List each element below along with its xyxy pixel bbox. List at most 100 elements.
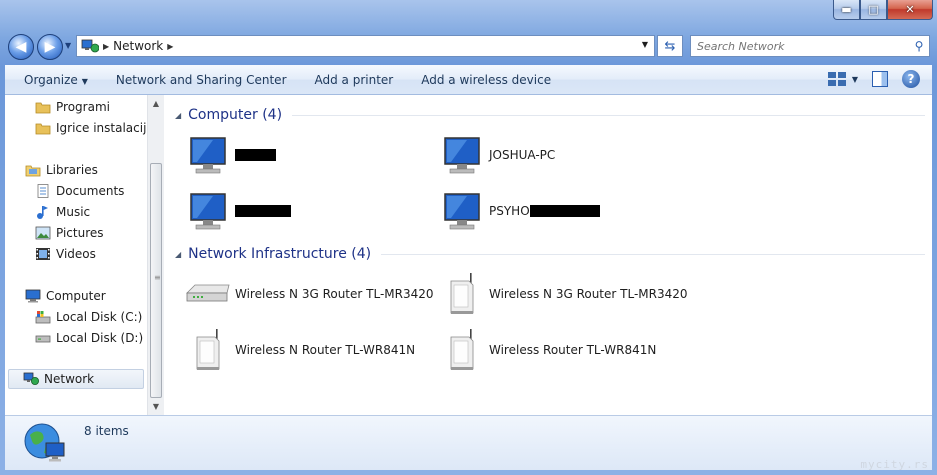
device-name-label: Wireless N 3G Router TL-MR3420: [235, 287, 434, 301]
nav-item-network[interactable]: Network: [8, 369, 144, 389]
command-bar: Organize ▼ Network and Sharing Center Add…: [5, 65, 932, 95]
router-tower-icon: [450, 329, 474, 370]
computer-name-label: PSYHO: [489, 204, 530, 218]
minimize-button[interactable]: ▬: [833, 0, 860, 20]
device-name-label: Wireless Router TL-WR841N: [489, 343, 657, 357]
collapse-chevron-icon[interactable]: ◢: [175, 111, 181, 120]
scroll-up-icon[interactable]: ▲: [148, 95, 164, 112]
views-icon: [827, 72, 846, 86]
network-icon: [81, 39, 99, 53]
pictures-icon: [35, 226, 51, 240]
computer-icon: [25, 289, 41, 303]
redacted-name: [235, 149, 276, 161]
device-name-label: Wireless N 3G Router TL-MR3420: [489, 287, 688, 301]
search-icon[interactable]: ⚲: [909, 39, 929, 53]
router-item-mr3420-1[interactable]: Wireless N 3G Router TL-MR3420: [183, 271, 434, 317]
content-pane: ◢ Computer (4) JOSHUA-PC PSYHO ◢ Network…: [165, 95, 932, 415]
router-item-wr841n[interactable]: Wireless N Router TL-WR841N: [183, 327, 433, 373]
help-icon[interactable]: ?: [902, 70, 920, 88]
change-view-button[interactable]: ▼: [827, 72, 858, 86]
command-bar-right: ▼ ?: [827, 70, 920, 88]
router-tower-icon: [196, 329, 220, 370]
computer-icon: [190, 137, 226, 174]
back-button[interactable]: ◀: [8, 34, 34, 60]
recent-pages-dropdown[interactable]: ▼: [65, 41, 71, 50]
watermark: mycity.rs: [860, 458, 929, 471]
nav-item-pictures[interactable]: Pictures: [35, 223, 104, 243]
caption-buttons: ▬ □ ✕: [833, 0, 933, 20]
scrollbar-thumb[interactable]: ≡: [150, 163, 162, 398]
computer-icon: [444, 137, 480, 174]
grip-icon: ≡: [154, 273, 161, 282]
nav-item-local-disk-d[interactable]: Local Disk (D:): [35, 328, 143, 348]
refresh-button[interactable]: ⇆: [657, 35, 683, 57]
breadcrumb-network[interactable]: Network: [113, 39, 163, 53]
explorer-window: ▬ □ ✕ ◀ ▶ ▼ ▶ Network ▶ ▼ ⇆ ⚲ Organize▼ …: [0, 0, 937, 475]
folder-icon: [35, 123, 51, 135]
nav-item-computer[interactable]: Computer: [25, 286, 106, 306]
navigation-row: ◀ ▶ ▼ ▶ Network ▶ ▼ ⇆ ⚲: [0, 30, 937, 62]
navigation-pane: Programi Igrice instalacije Libraries Do…: [5, 95, 154, 415]
search-input[interactable]: [691, 39, 909, 53]
music-icon: [37, 206, 48, 219]
preview-pane-icon[interactable]: [872, 71, 888, 87]
nav-item-programi[interactable]: Programi: [35, 97, 110, 117]
computer-item-psyho[interactable]: PSYHO: [437, 188, 687, 234]
group-header-network-infrastructure[interactable]: ◢ Network Infrastructure (4): [175, 243, 925, 265]
nav-item-igrice-instalacije[interactable]: Igrice instalacije: [35, 118, 154, 138]
computer-name-label: JOSHUA-PC: [489, 148, 556, 162]
chevron-down-icon: ▼: [851, 74, 858, 84]
breadcrumb-separator-icon[interactable]: ▶: [167, 42, 173, 51]
group-header-computer[interactable]: ◢ Computer (4): [175, 104, 925, 126]
address-bar[interactable]: ▶ Network ▶ ▼: [76, 35, 655, 57]
main-area: Programi Igrice instalacije Libraries Do…: [5, 95, 932, 415]
back-arrow-icon: ◀: [15, 39, 27, 55]
navpane-scrollbar[interactable]: ▲ ≡ ▼: [147, 95, 164, 415]
forward-button[interactable]: ▶: [37, 34, 63, 60]
organize-label: Organize: [24, 72, 78, 87]
redacted-name: [235, 205, 291, 217]
videos-icon: [36, 248, 50, 260]
maximize-button[interactable]: □: [860, 0, 887, 20]
router-item-wr841n-2[interactable]: Wireless Router TL-WR841N: [437, 327, 687, 373]
folder-icon: [35, 102, 51, 114]
search-box[interactable]: ⚲: [690, 35, 930, 57]
breadcrumb-separator-icon[interactable]: ▶: [103, 42, 109, 51]
computer-icon: [190, 193, 226, 230]
router-icon: [186, 284, 230, 302]
router-item-mr3420-2[interactable]: Wireless N 3G Router TL-MR3420: [437, 271, 688, 317]
item-count: 8 items: [84, 424, 129, 438]
nav-item-videos[interactable]: Videos: [35, 244, 96, 264]
libraries-icon: [25, 165, 41, 177]
nav-item-local-disk-c[interactable]: Local Disk (C:): [35, 307, 142, 327]
add-wireless-device-button[interactable]: Add a wireless device: [407, 73, 565, 87]
computer-icon: [444, 193, 480, 230]
scroll-down-icon[interactable]: ▼: [148, 398, 164, 415]
nav-item-documents[interactable]: Documents: [35, 181, 124, 201]
organize-button[interactable]: Organize ▼: [5, 73, 102, 87]
device-name-label: Wireless N Router TL-WR841N: [235, 343, 416, 357]
network-globe-icon: [24, 423, 65, 462]
redacted-name: [529, 205, 600, 217]
router-tower-icon: [450, 273, 474, 314]
computer-item-1[interactable]: [183, 132, 433, 178]
nav-item-libraries[interactable]: Libraries: [25, 160, 98, 180]
documents-icon: [37, 184, 49, 198]
details-pane: 8 items: [5, 415, 932, 470]
address-dropdown-icon[interactable]: ▼: [642, 40, 648, 49]
computer-item-3[interactable]: [183, 188, 433, 234]
collapse-chevron-icon[interactable]: ◢: [175, 250, 181, 259]
chevron-down-icon: ▼: [81, 76, 88, 86]
computer-item-joshua-pc[interactable]: JOSHUA-PC: [437, 132, 687, 178]
group-divider: [381, 253, 925, 255]
close-button[interactable]: ✕: [887, 0, 933, 20]
network-sharing-center-button[interactable]: Network and Sharing Center: [102, 73, 301, 87]
network-icon: [23, 372, 39, 385]
refresh-icon: ⇆: [664, 38, 676, 54]
add-printer-button[interactable]: Add a printer: [301, 73, 408, 87]
nav-item-music[interactable]: Music: [35, 202, 90, 222]
group-divider: [292, 114, 925, 116]
forward-arrow-icon: ▶: [44, 39, 56, 55]
local-disk-icon: [35, 335, 51, 343]
local-disk-c-icon: [35, 311, 51, 324]
